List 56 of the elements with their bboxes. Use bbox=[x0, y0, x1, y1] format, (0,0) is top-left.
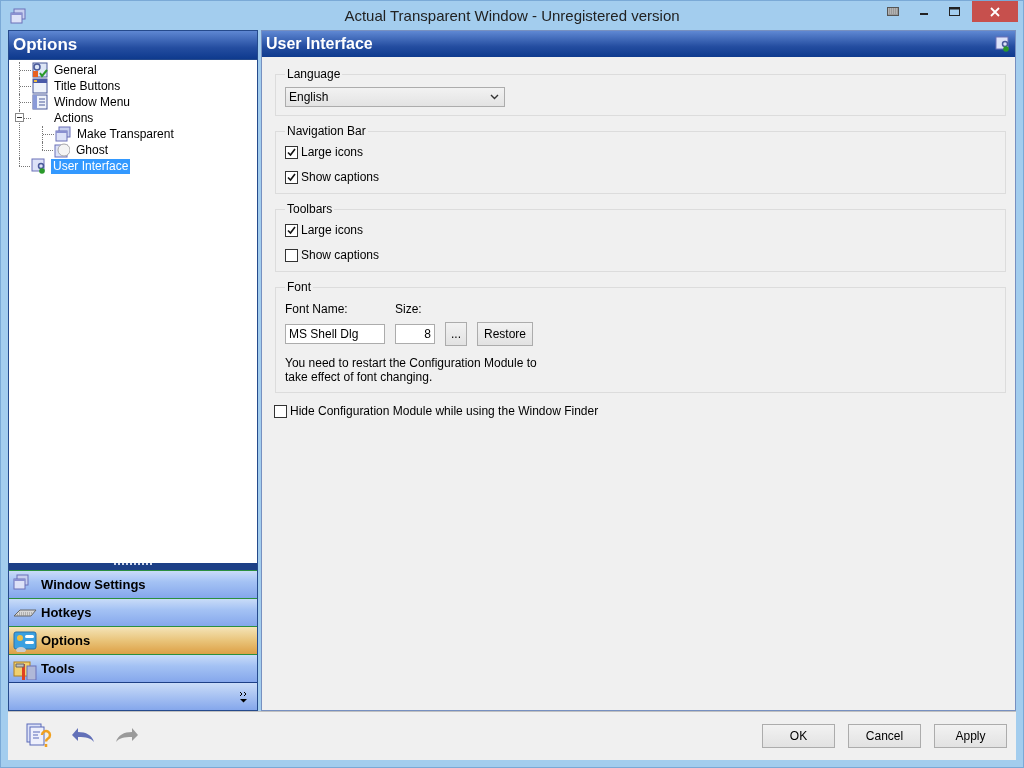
nav-button[interactable]: Options bbox=[9, 626, 257, 654]
chevron-down-icon bbox=[490, 94, 499, 100]
checkbox[interactable]: Show captions bbox=[285, 245, 380, 265]
checkbox[interactable]: Show captions bbox=[285, 167, 380, 187]
help-icon bbox=[25, 723, 53, 749]
field-label: Font Name: bbox=[285, 302, 349, 316]
dialog-button[interactable]: OK bbox=[762, 724, 835, 748]
close-icon bbox=[990, 6, 1000, 17]
checkbox[interactable]: Hide Configuration Module while using the Window Finder bbox=[274, 401, 599, 421]
group-label: Font bbox=[286, 280, 312, 294]
font-size-field[interactable]: 8 bbox=[395, 324, 435, 344]
field-label: Size: bbox=[395, 302, 423, 316]
checkmark-icon bbox=[287, 225, 296, 235]
dialog-button[interactable]: Apply bbox=[934, 724, 1007, 748]
tree-item[interactable]: Ghost bbox=[74, 142, 110, 158]
ghost-window-icon bbox=[54, 142, 70, 158]
tree-item[interactable]: Window Menu bbox=[52, 94, 133, 110]
language-dropdown[interactable]: English bbox=[285, 87, 505, 107]
window-menu-icon bbox=[32, 94, 48, 110]
window-user-icon bbox=[995, 36, 1011, 52]
window-icon bbox=[32, 78, 48, 94]
note-text: You need to restart the Configuration Module to take effect of font changing. bbox=[285, 356, 538, 384]
window-user-icon bbox=[31, 158, 47, 174]
checkmark-icon bbox=[287, 147, 296, 157]
collapse-icon[interactable] bbox=[15, 113, 24, 122]
panel-title: User Interface bbox=[266, 35, 373, 53]
font-name-field[interactable]: MS Shell Dlg bbox=[285, 324, 385, 344]
checkered-icon bbox=[886, 7, 899, 16]
nav-button[interactable]: Hotkeys bbox=[9, 598, 257, 626]
maximize-icon bbox=[949, 7, 960, 16]
keyboard-icon bbox=[13, 608, 37, 617]
dialog-button[interactable]: Cancel bbox=[848, 724, 921, 748]
window-stack-icon bbox=[10, 7, 26, 24]
close-button[interactable] bbox=[972, 1, 1018, 22]
settings-panel-icon bbox=[13, 629, 37, 652]
group-label: Language bbox=[286, 67, 342, 81]
tree-item[interactable]: Title Buttons bbox=[52, 78, 123, 94]
browse-button[interactable]: ... bbox=[445, 322, 467, 346]
group-label: Navigation Bar bbox=[286, 124, 367, 138]
splitter-handle[interactable] bbox=[9, 563, 257, 570]
tree-item[interactable]: Actions bbox=[52, 110, 96, 126]
tree-item[interactable]: Make Transparent bbox=[75, 126, 176, 142]
nav-button[interactable]: Window Settings bbox=[9, 570, 257, 598]
minimize-icon bbox=[919, 13, 928, 15]
checkmark-icon bbox=[287, 172, 296, 182]
window-title: Actual Transparent Window - Unregistered version bbox=[343, 7, 681, 24]
restore-button[interactable]: Restore bbox=[477, 322, 533, 346]
gear-window-icon bbox=[32, 62, 48, 78]
panel-header: Options bbox=[9, 31, 257, 59]
window-stack-icon bbox=[55, 126, 71, 142]
group-label: Toolbars bbox=[286, 202, 334, 216]
checkbox[interactable]: Large icons bbox=[285, 220, 364, 240]
nav-button[interactable]: Tools bbox=[9, 654, 257, 682]
tree-item[interactable]: General bbox=[52, 62, 99, 78]
checkbox[interactable]: Large icons bbox=[285, 142, 364, 162]
chevron-down-icon bbox=[239, 690, 249, 703]
